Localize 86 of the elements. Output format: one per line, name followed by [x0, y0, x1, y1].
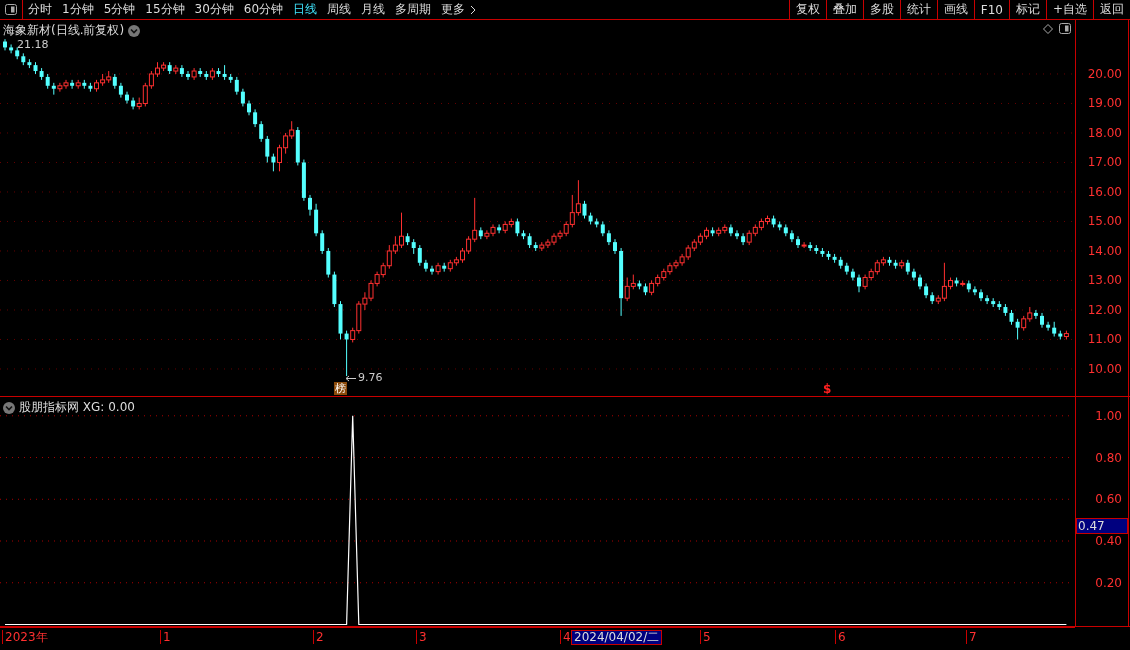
- candlestick: [179, 64, 184, 78]
- candlestick: [70, 79, 75, 90]
- chart-title: 海象新材(日线.前复权): [3, 22, 125, 39]
- panel-toggle-icon[interactable]: [1059, 23, 1071, 34]
- diamond-icon[interactable]: [1043, 23, 1053, 34]
- date-label: 6: [835, 630, 846, 644]
- candlestick: [801, 241, 807, 249]
- toolbar-button[interactable]: 画线: [936, 0, 974, 19]
- list-badge: 榜: [334, 382, 347, 395]
- candlestick: [9, 43, 14, 54]
- date-label: 2023年: [2, 630, 48, 644]
- period-tab[interactable]: 月线: [356, 0, 391, 19]
- chevron-down-icon[interactable]: [3, 401, 15, 414]
- candlestick: [417, 244, 422, 267]
- candlestick: [735, 229, 739, 240]
- axis-label: 0.80: [1095, 450, 1122, 465]
- axis-label: 19.00: [1087, 96, 1122, 111]
- period-tab[interactable]: 日线: [288, 0, 323, 19]
- toolbar-button[interactable]: 返回: [1093, 0, 1130, 19]
- date-label: 2: [313, 630, 324, 644]
- candlestick: [423, 259, 428, 273]
- period-tab[interactable]: 15分钟: [140, 0, 190, 19]
- axis-label: 13.00: [1087, 273, 1122, 288]
- period-tab[interactable]: 多周期: [390, 0, 437, 19]
- date-label: 7: [966, 630, 977, 644]
- chevron-right-icon[interactable]: [470, 4, 478, 15]
- candlestick: [979, 288, 983, 302]
- candlestick: [1015, 318, 1020, 340]
- toolbar-button[interactable]: 统计: [899, 0, 937, 19]
- candlestick: [728, 223, 733, 237]
- candlestick: [1033, 309, 1038, 320]
- axis-label: 18.00: [1087, 125, 1122, 140]
- axis-label: 17.00: [1087, 155, 1122, 170]
- candlestick: [430, 265, 434, 276]
- candlestick: [1046, 321, 1051, 332]
- arrow-left-icon: [345, 374, 357, 382]
- axis-label: 15.00: [1087, 214, 1122, 229]
- axis-label: 0.40: [1095, 534, 1122, 548]
- more-tab[interactable]: 更多: [436, 0, 471, 19]
- candlestick: [857, 274, 861, 293]
- date-label: 1: [160, 630, 171, 644]
- axis-label: 10.00: [1087, 361, 1122, 376]
- candlestick: [972, 285, 977, 296]
- high-price-label: 21.18: [17, 39, 49, 51]
- axis-label: 12.00: [1087, 302, 1122, 317]
- candlestick: [796, 235, 800, 249]
- period-tab[interactable]: 30分钟: [189, 0, 239, 19]
- period-tab[interactable]: 周线: [322, 0, 357, 19]
- current-value-label: 0.47: [1076, 518, 1128, 535]
- candlestick: [985, 294, 990, 305]
- candlestick: [741, 232, 746, 246]
- axis-label: 0.60: [1095, 492, 1122, 507]
- candlestick: [308, 194, 312, 217]
- signal-mark: $: [823, 383, 832, 396]
- candlestick: [186, 70, 190, 81]
- period-tab[interactable]: 1分钟: [57, 0, 99, 19]
- axis-label: 0.20: [1095, 575, 1122, 590]
- axis-label: 1.00: [1095, 408, 1122, 423]
- cursor-date: 2024/04/02/二: [571, 630, 663, 645]
- axis-label: 14.00: [1087, 243, 1122, 258]
- candlestick: [789, 229, 794, 243]
- toolbar-button[interactable]: 复权: [788, 0, 826, 19]
- low-price-label: 9.76: [358, 372, 383, 384]
- date-label: 3: [416, 630, 427, 644]
- indicator-title: 股朋指标网 XG: 0.00: [19, 399, 135, 416]
- period-tab[interactable]: 5分钟: [98, 0, 141, 19]
- chevron-down-icon[interactable]: [128, 24, 141, 37]
- axis-label: 20.00: [1087, 66, 1122, 81]
- period-tab[interactable]: 60分钟: [238, 0, 289, 19]
- toolbar-button[interactable]: +自选: [1045, 0, 1093, 19]
- toolbar-button[interactable]: F10: [973, 0, 1009, 19]
- candlestick: [265, 135, 270, 163]
- panel-toggle-icon[interactable]: [5, 4, 17, 15]
- candlestick: [259, 120, 264, 143]
- toolbar-button[interactable]: 标记: [1008, 0, 1046, 19]
- toolbar-button[interactable]: 叠加: [825, 0, 863, 19]
- candlestick: [320, 229, 325, 255]
- axis-label: 11.00: [1087, 332, 1122, 347]
- candlestick: [326, 247, 331, 279]
- date-label: 5: [700, 630, 711, 644]
- candlestick: [497, 223, 502, 234]
- axis-label: 16.00: [1087, 184, 1122, 199]
- candlestick: [314, 203, 319, 237]
- period-tab[interactable]: 分时: [23, 0, 57, 19]
- toolbar-button[interactable]: 多股: [862, 0, 900, 19]
- date-label: 4: [560, 630, 571, 644]
